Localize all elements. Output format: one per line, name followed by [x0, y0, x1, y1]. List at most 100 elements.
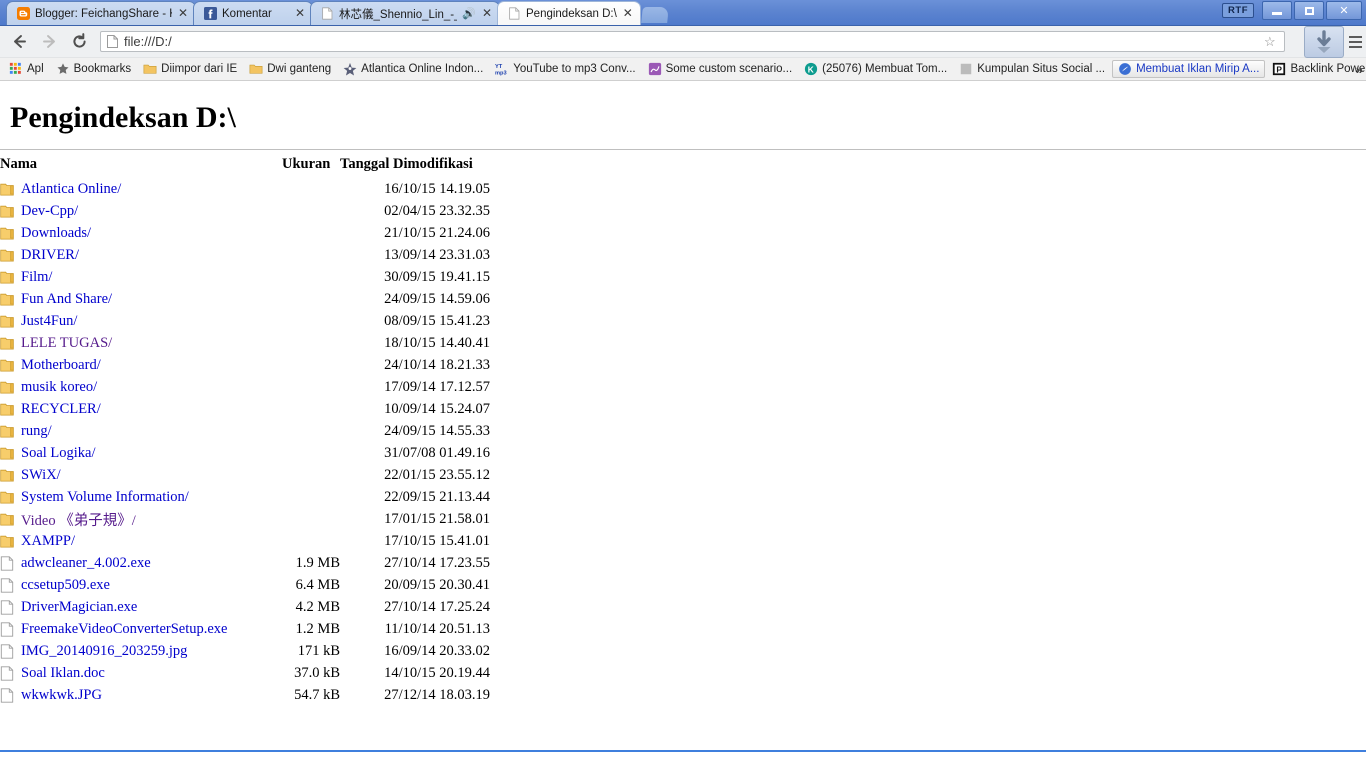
cell-size: 1.9 MB	[295, 554, 340, 571]
tab-title: Pengindeksan D:\	[526, 7, 617, 20]
bookmark-item[interactable]: Membuat Iklan Mirip A...	[1112, 60, 1266, 78]
atlantica-icon	[343, 62, 357, 76]
file-link[interactable]: ccsetup509.exe	[21, 577, 110, 594]
bookmark-star-icon[interactable]: ☆	[1264, 35, 1278, 48]
bookmark-item[interactable]: Some custom scenario...	[643, 60, 798, 78]
cell-name: FreemakeVideoConverterSetup.exe	[0, 618, 282, 640]
new-tab-button[interactable]	[640, 7, 669, 23]
directory-link[interactable]: XAMPP/	[21, 533, 75, 550]
column-header-date[interactable]: Tanggal Dimodifikasi	[340, 156, 490, 178]
cell-name: ccsetup509.exe	[0, 574, 282, 596]
browser-tab[interactable]: Blogger: FeichangShare - Kn ✕	[6, 1, 196, 25]
cell-size	[282, 222, 340, 244]
rtf-badge: RTF	[1222, 3, 1254, 18]
cell-size	[282, 420, 340, 442]
bookmark-label: YouTube to mp3 Conv...	[513, 63, 636, 75]
reload-button[interactable]	[64, 28, 94, 56]
directory-link[interactable]: DRIVER/	[21, 247, 79, 264]
tab-close-icon[interactable]: ✕	[481, 7, 493, 20]
directory-link[interactable]: Video 《弟子規》/	[21, 509, 136, 530]
directory-link[interactable]: RECYCLER/	[21, 401, 101, 418]
file-link[interactable]: DriverMagician.exe	[21, 599, 137, 616]
directory-link[interactable]: rung/	[21, 423, 52, 440]
maximize-button[interactable]	[1294, 1, 1324, 20]
entry: Film/	[0, 269, 282, 286]
directory-link[interactable]: Atlantica Online/	[21, 181, 121, 198]
file-link[interactable]: wkwkwk.JPG	[21, 687, 102, 704]
file-link[interactable]: Soal Iklan.doc	[21, 665, 105, 682]
bookmark-item[interactable]: K (25076) Membuat Tom...	[799, 60, 952, 78]
folder-icon	[0, 425, 14, 437]
entry: musik koreo/	[0, 379, 282, 396]
cell-name: DriverMagician.exe	[0, 596, 282, 618]
cell-date: 16/09/14 20.33.02	[384, 642, 490, 659]
cell-size	[282, 244, 340, 266]
tab-audio-icon[interactable]: 🔊	[462, 7, 476, 20]
browser-tab[interactable]: Komentar ✕	[193, 1, 313, 25]
directory-link[interactable]: LELE TUGAS/	[21, 335, 112, 352]
directory-link[interactable]: Downloads/	[21, 225, 91, 242]
bookmark-item[interactable]: Dwi ganteng	[244, 60, 336, 78]
file-icon	[0, 599, 14, 615]
tab-close-icon[interactable]: ✕	[622, 7, 634, 20]
entry: Downloads/	[0, 225, 282, 242]
bookmark-label: (25076) Membuat Tom...	[822, 63, 948, 75]
cell-name: RECYCLER/	[0, 398, 282, 420]
directory-link[interactable]: Dev-Cpp/	[21, 203, 78, 220]
column-header-size[interactable]: Ukuran	[282, 156, 340, 178]
directory-link[interactable]: Motherboard/	[21, 357, 101, 374]
download-arrow-icon	[1317, 30, 1331, 53]
bookmark-item[interactable]: YT mp3 YouTube to mp3 Conv...	[490, 60, 640, 78]
bookmark-item[interactable]: Apl	[4, 60, 49, 78]
directory-link[interactable]: Fun And Share/	[21, 291, 112, 308]
tab-close-icon[interactable]: ✕	[177, 7, 189, 20]
bookmark-item[interactable]: P Backlink Power	[1267, 60, 1366, 78]
p-badge-icon: P	[1273, 62, 1286, 76]
folder-icon	[0, 359, 14, 371]
directory-link[interactable]: Film/	[21, 269, 52, 286]
reload-icon	[72, 33, 86, 48]
table-row: LELE TUGAS/18/10/15 14.40.41	[0, 332, 490, 354]
file-link[interactable]: FreemakeVideoConverterSetup.exe	[21, 621, 227, 638]
directory-link[interactable]: SWiX/	[21, 467, 61, 484]
bookmarks-bar: Apl Bookmarks Diimpor dari IE Dwi ganteng At…	[0, 58, 1366, 81]
entry: Dev-Cpp/	[0, 203, 282, 220]
table-row: Film/30/09/15 19.41.15	[0, 266, 490, 288]
bookmark-label: Apl	[27, 63, 44, 75]
forward-button[interactable]	[34, 28, 64, 56]
chrome-menu-button[interactable]	[1346, 27, 1364, 57]
directory-link[interactable]: Just4Fun/	[21, 313, 77, 330]
directory-link[interactable]: musik koreo/	[21, 379, 97, 396]
browser-tab[interactable]: 林芯儀_Shennio_Lin_-_ 🔊 ✕	[310, 1, 500, 25]
back-button[interactable]	[4, 28, 34, 56]
browser-tab[interactable]: Pengindeksan D:\ ✕	[497, 1, 641, 25]
cell-date: 24/09/15 14.55.33	[384, 422, 490, 439]
bookmark-item[interactable]: Atlantica Online Indon...	[338, 60, 488, 78]
file-link[interactable]: IMG_20140916_203259.jpg	[21, 643, 187, 660]
bookmark-item[interactable]: Bookmarks	[51, 60, 137, 78]
cell-name: Just4Fun/	[0, 310, 282, 332]
address-bar[interactable]: file:///D:/ ☆	[100, 31, 1285, 52]
bookmarks-overflow-chevron[interactable]: »	[1356, 62, 1363, 77]
close-button[interactable]: ✕	[1326, 1, 1362, 20]
toolbar-right-group	[1304, 26, 1364, 58]
bookmark-item[interactable]: Kumpulan Situs Social ...	[954, 60, 1110, 78]
bookmark-item[interactable]: Diimpor dari IE	[138, 60, 242, 78]
file-link[interactable]: adwcleaner_4.002.exe	[21, 555, 151, 572]
cell-name: DRIVER/	[0, 244, 282, 266]
directory-link[interactable]: System Volume Information/	[21, 489, 189, 506]
directory-link[interactable]: Soal Logika/	[21, 445, 96, 462]
minimize-button[interactable]	[1262, 1, 1292, 20]
tab-close-icon[interactable]: ✕	[294, 7, 306, 20]
cell-size	[282, 200, 340, 222]
folder-icon	[0, 337, 14, 349]
downloads-button[interactable]	[1304, 26, 1344, 58]
bookmark-label: Dwi ganteng	[267, 63, 332, 75]
entry: Fun And Share/	[0, 291, 282, 308]
cell-name: Soal Iklan.doc	[0, 662, 282, 684]
cell-size	[282, 332, 340, 354]
column-header-name[interactable]: Nama	[0, 156, 282, 178]
window-controls: RTF ✕	[1222, 1, 1362, 20]
cell-name: XAMPP/	[0, 530, 282, 552]
table-row: DRIVER/13/09/14 23.31.03	[0, 244, 490, 266]
